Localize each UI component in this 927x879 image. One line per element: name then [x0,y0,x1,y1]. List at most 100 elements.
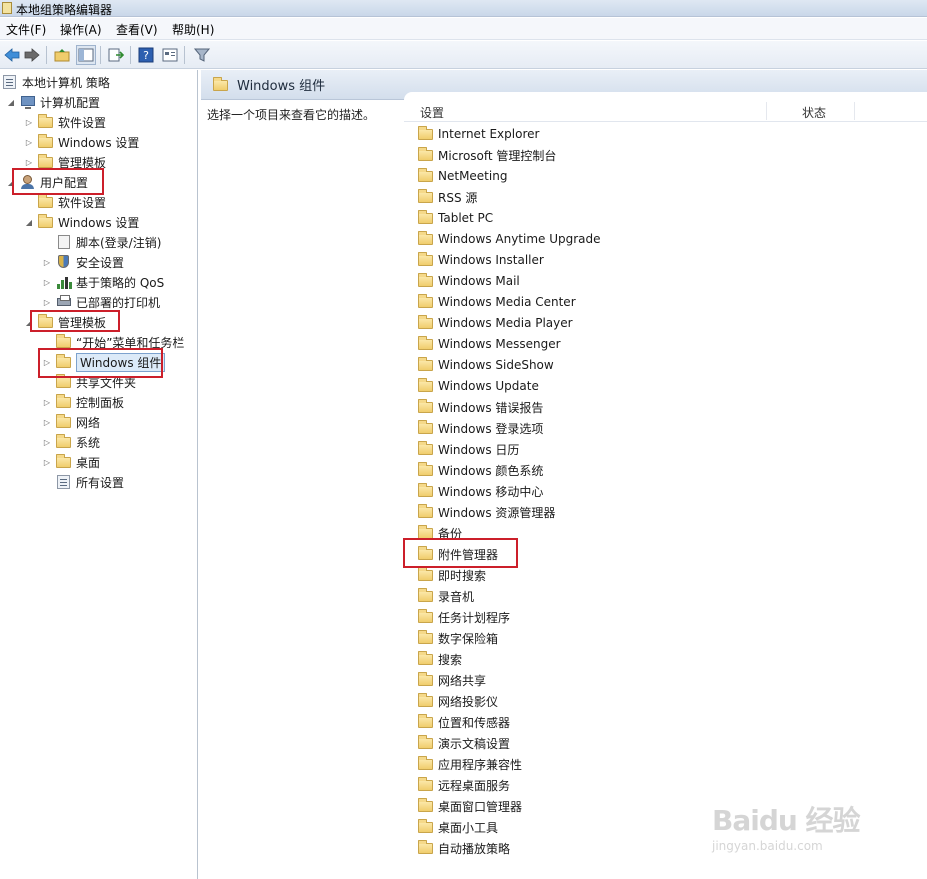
menu-help[interactable]: 帮助(H) [172,21,214,38]
list-item[interactable]: Windows 错误报告 [418,397,543,417]
folder-icon [418,672,433,686]
tree-item-user-software-settings[interactable]: 软件设置 [24,192,106,212]
expanded-arrow-icon[interactable]: ◢ [24,217,34,227]
collapsed-arrow-icon[interactable]: ▷ [24,117,34,127]
tree-item-desktop[interactable]: ▷ 桌面 [42,452,100,472]
highlight-box-admin-templates [30,310,120,332]
folder-icon [418,441,433,455]
list-item[interactable]: 网络投影仪 [418,691,498,711]
tree-item-qos[interactable]: ▷ 基于策略的 QoS [42,272,164,292]
tree-item-deployed-printers[interactable]: ▷ 已部署的打印机 [42,292,160,312]
tree-item-computer-config[interactable]: ◢ 计算机配置 [6,92,100,112]
collapsed-arrow-icon[interactable]: ▷ [42,277,52,287]
folder-icon [418,756,433,770]
collapsed-arrow-icon[interactable]: ▷ [42,257,52,267]
up-folder-icon[interactable] [52,45,72,65]
menu-view[interactable]: 查看(V) [116,21,158,38]
expanded-arrow-icon[interactable]: ◢ [6,97,16,107]
list-item[interactable]: 远程桌面服务 [418,775,510,795]
collapsed-arrow-icon[interactable]: ▷ [24,137,34,147]
folder-icon [418,147,433,161]
back-arrow-icon[interactable] [2,45,22,65]
tree-item-security-settings[interactable]: ▷ 安全设置 [42,252,124,272]
help-icon[interactable]: ? [136,45,156,65]
tree-item-software-settings[interactable]: ▷ 软件设置 [24,112,106,132]
folder-icon [418,588,433,602]
tree-item-network[interactable]: ▷ 网络 [42,412,100,432]
tree-item-user-windows-settings[interactable]: ◢ Windows 设置 [24,212,139,232]
collapsed-arrow-icon[interactable]: ▷ [42,397,52,407]
collapsed-arrow-icon[interactable]: ▷ [42,437,52,447]
collapsed-arrow-icon[interactable]: ▷ [42,297,52,307]
menu-file[interactable]: 文件(F) [6,21,46,38]
list-item[interactable]: 任务计划程序 [418,607,510,627]
list-item[interactable]: 即时搜索 [418,565,486,585]
list-item[interactable]: 自动播放策略 [418,838,510,858]
folder-icon [56,454,71,468]
list-item[interactable]: Windows Mail [418,271,520,291]
tree-item-local-computer-policy[interactable]: 本地计算机 策略 [2,72,110,92]
folder-icon [38,114,53,128]
list-item[interactable]: 桌面窗口管理器 [418,796,522,816]
list-item[interactable]: Windows 登录选项 [418,418,543,438]
list-item[interactable]: Windows 移动中心 [418,481,543,501]
properties-icon[interactable] [160,45,180,65]
folder-icon [418,357,433,371]
list-item[interactable]: Windows SideShow [418,355,554,375]
folder-icon [38,194,53,208]
list-item[interactable]: Windows Messenger [418,334,561,354]
export-list-icon[interactable] [106,45,126,65]
printer-icon [57,295,71,306]
tree-item-system[interactable]: ▷ 系统 [42,432,100,452]
menu-action[interactable]: 操作(A) [60,21,102,38]
column-state[interactable]: 状态 [802,104,826,121]
list-item[interactable]: 网络共享 [418,670,486,690]
list-item[interactable]: Tablet PC [418,208,493,228]
app-icon [2,2,12,14]
filter-icon[interactable] [192,45,212,65]
list-item[interactable]: Windows Update [418,376,539,396]
list-item[interactable]: Windows 日历 [418,439,519,459]
list-item[interactable]: 位置和传感器 [418,712,510,732]
folder-icon [56,414,71,428]
tree-item-control-panel[interactable]: ▷ 控制面板 [42,392,124,412]
column-setting[interactable]: 设置 [420,104,444,121]
shield-icon [58,255,69,268]
show-hide-tree-icon[interactable] [76,45,96,65]
list-item[interactable]: Windows Media Center [418,292,576,312]
folder-icon [213,76,228,91]
list-item[interactable]: Windows Media Player [418,313,573,333]
list-item[interactable]: 录音机 [418,586,474,606]
collapsed-arrow-icon[interactable]: ▷ [42,457,52,467]
forward-arrow-icon[interactable] [22,45,42,65]
list-item[interactable]: 搜索 [418,649,462,669]
list-item[interactable]: Windows 资源管理器 [418,502,555,522]
list-item[interactable]: 数字保险箱 [418,628,498,648]
collapsed-arrow-icon[interactable]: ▷ [24,157,34,167]
tree-item-all-settings[interactable]: 所有设置 [42,472,124,492]
details-pane: Windows 组件 选择一个项目来查看它的描述。 设置 状态 Internet… [201,70,927,879]
folder-icon [418,798,433,812]
list-item[interactable]: Windows Installer [418,250,544,270]
tree-item-windows-settings[interactable]: ▷ Windows 设置 [24,132,139,152]
computer-icon [21,96,35,109]
settings-list: 设置 状态 Internet Explorer Microsoft 管理控制台 … [404,92,927,879]
baidu-watermark: Baidu 经验 jingyan.baidu.com [706,795,906,865]
list-item[interactable]: Windows 颜色系统 [418,460,543,480]
list-item[interactable]: Microsoft 管理控制台 [418,145,556,165]
list-item[interactable]: NetMeeting [418,166,507,186]
list-item[interactable]: 应用程序兼容性 [418,754,522,774]
list-item[interactable]: 演示文稿设置 [418,733,510,753]
tree-item-scripts[interactable]: 脚本(登录/注销) [42,232,161,252]
folder-icon [38,134,53,148]
collapsed-arrow-icon[interactable]: ▷ [42,417,52,427]
list-item[interactable]: RSS 源 [418,187,477,207]
column-header: 设置 状态 [404,100,927,122]
folder-icon [418,273,433,287]
folder-icon [418,840,433,854]
list-item[interactable]: Windows Anytime Upgrade [418,229,601,249]
svg-text:?: ? [143,49,149,62]
watermark-url: jingyan.baidu.com [712,839,823,853]
list-item[interactable]: 桌面小工具 [418,817,498,837]
list-item[interactable]: Internet Explorer [418,124,539,144]
